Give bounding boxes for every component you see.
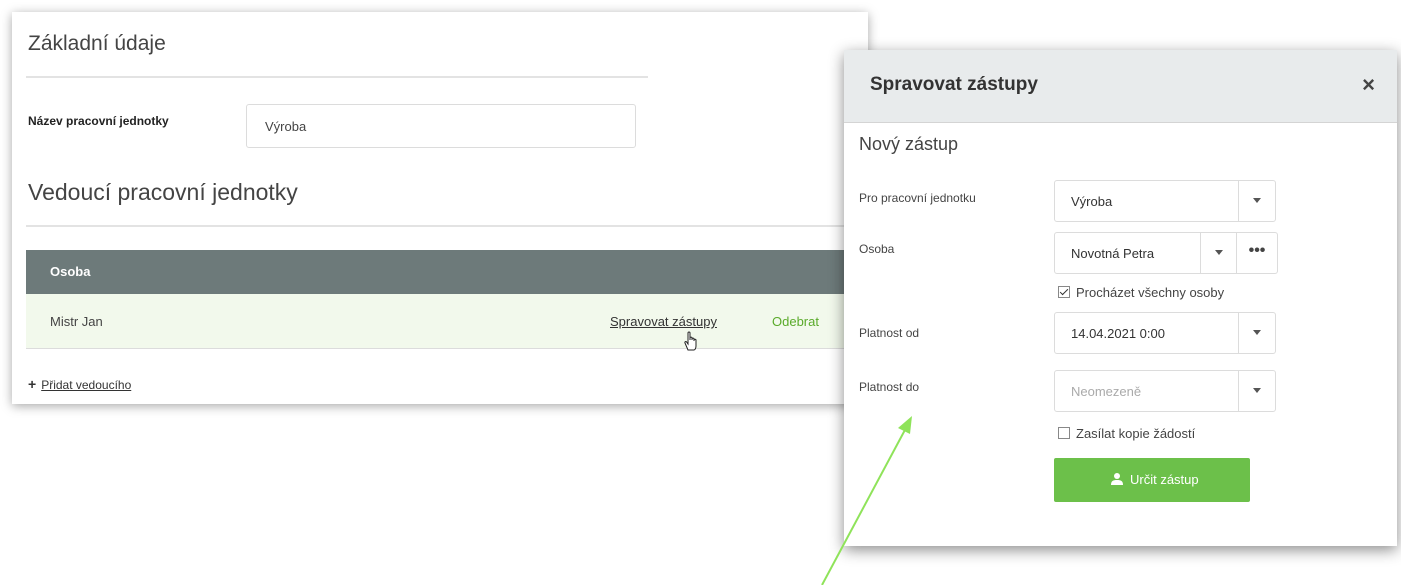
annotation-arrow bbox=[821, 416, 912, 585]
